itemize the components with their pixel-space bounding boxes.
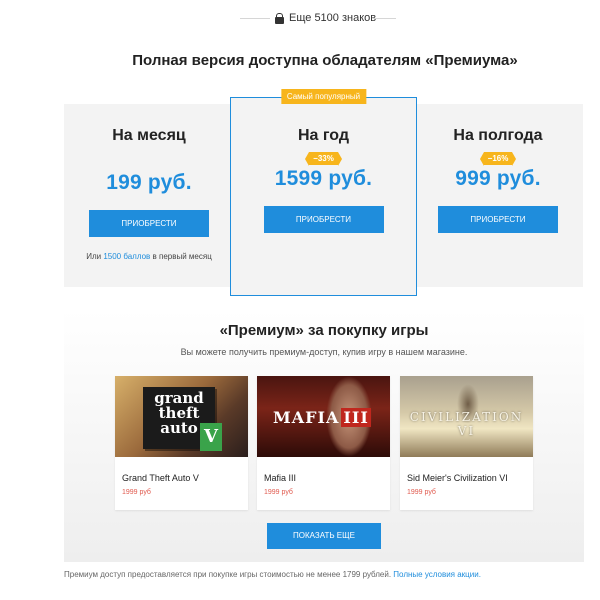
lock-icon bbox=[275, 12, 284, 24]
plan-month: На месяц 199 руб. Приобрести Или 1500 ба… bbox=[64, 104, 234, 287]
show-more-button[interactable]: Показать еще bbox=[267, 523, 381, 549]
game-card-gta-v[interactable]: grand theft auto V Grand Theft Auto V 1999 … bbox=[115, 376, 248, 510]
premium-footnote: Премиум доступ предоставляется при покуп… bbox=[64, 570, 481, 579]
points-offer: Или 1500 баллов в первый месяц bbox=[64, 252, 234, 261]
plan-title: На полгода bbox=[453, 127, 543, 144]
footnote-text: Премиум доступ предоставляется при покуп… bbox=[64, 570, 394, 579]
game-name: Sid Meier's Civilization VI bbox=[407, 473, 508, 483]
points-link[interactable]: 1500 баллов bbox=[103, 252, 150, 261]
buy-year-button[interactable]: Приобрести bbox=[263, 206, 384, 233]
premium-for-game-section: «Премиум» за покупку игры Вы можете полу… bbox=[64, 310, 584, 562]
games-section-subtitle: Вы можете получить премиум-доступ, купив… bbox=[180, 347, 468, 357]
game-price: 1999 руб bbox=[407, 489, 436, 496]
divider-left bbox=[240, 18, 270, 19]
game-cover-image: MAFIA III bbox=[257, 376, 390, 457]
remaining-chars-bar: Еще 5100 знаков bbox=[0, 8, 600, 28]
most-popular-badge: Самый популярный bbox=[280, 89, 367, 104]
discount-badge: −16% bbox=[479, 152, 516, 166]
civilization-logo-icon: CIVILIZATION VI bbox=[409, 410, 524, 438]
game-name: Grand Theft Auto V bbox=[122, 473, 199, 483]
buy-month-button[interactable]: Приобрести bbox=[89, 210, 209, 237]
game-price: 1999 руб bbox=[122, 489, 151, 496]
discount-badge: −33% bbox=[305, 152, 342, 166]
points-suffix: в первый месяц bbox=[150, 252, 212, 261]
remaining-chars-notice: Еще 5100 знаков bbox=[272, 10, 380, 26]
divider-right bbox=[374, 18, 396, 19]
game-card-mafia-iii[interactable]: MAFIA III Mafia III 1999 руб bbox=[257, 376, 390, 510]
game-cover-image: CIVILIZATION VI bbox=[400, 376, 533, 457]
full-terms-link[interactable]: Полные условия акции. bbox=[393, 570, 481, 579]
games-section-title: «Премиум» за покупку игры bbox=[219, 322, 429, 339]
plan-price: 999 руб. bbox=[455, 167, 541, 190]
game-name: Mafia III bbox=[264, 473, 297, 483]
plan-title: На месяц bbox=[112, 127, 186, 144]
points-prefix: Или bbox=[86, 252, 104, 261]
mafia-logo-icon: MAFIA III bbox=[273, 408, 371, 427]
plan-year: Самый популярный На год −33% 1599 руб. П… bbox=[230, 89, 417, 296]
gta-logo-icon: grand theft auto V bbox=[143, 387, 222, 451]
plan-half-year: На полгода −16% 999 руб. Приобрести bbox=[413, 104, 583, 287]
remaining-chars-text: Еще 5100 знаков bbox=[289, 12, 377, 24]
plan-price: 1599 руб. bbox=[274, 167, 373, 190]
game-card-civilization-vi[interactable]: CIVILIZATION VI Sid Meier's Civilization… bbox=[400, 376, 533, 510]
plan-title: На год bbox=[297, 127, 350, 144]
buy-half-year-button[interactable]: Приобрести bbox=[438, 206, 558, 233]
game-price: 1999 руб bbox=[264, 489, 293, 496]
game-cover-image: grand theft auto V bbox=[115, 376, 248, 457]
premium-heading: Полная версия доступна обладателям «Прем… bbox=[132, 52, 518, 69]
plan-price: 199 руб. bbox=[106, 171, 192, 194]
